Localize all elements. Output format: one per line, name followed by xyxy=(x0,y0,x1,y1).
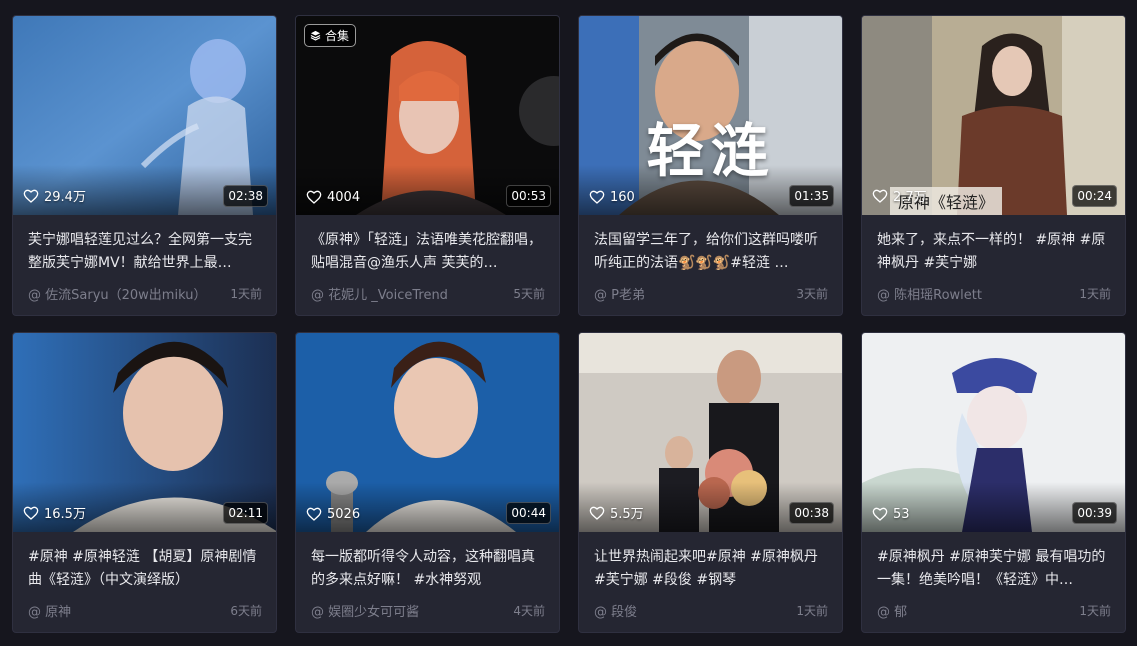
video-thumbnail[interactable]: 5026 00:44 xyxy=(296,333,559,532)
author-name[interactable]: @ 段俊 xyxy=(594,601,637,620)
video-title[interactable]: 她来了，来点不一样的！ #原神 #原神枫丹 #芙宁娜 xyxy=(877,229,1110,275)
video-thumbnail[interactable]: 5.5万 00:38 xyxy=(579,333,842,532)
heart-icon xyxy=(872,189,888,203)
video-thumbnail[interactable]: 53 00:39 xyxy=(862,333,1125,532)
video-title[interactable]: #原神 #原神轻涟 【胡夏】原神剧情曲《轻涟》（中文演绎版） xyxy=(28,546,261,592)
like-count-text: 53 xyxy=(893,506,910,522)
video-thumbnail[interactable]: 轻涟 160 01:35 xyxy=(579,16,842,215)
video-duration: 02:38 xyxy=(223,185,268,207)
video-title[interactable]: 芙宁娜唱轻莲见过么？全网第一支完整版芙宁娜MV！献给世界上最… xyxy=(28,229,261,275)
like-count-text: 5.5万 xyxy=(610,507,644,522)
video-title[interactable]: #原神枫丹 #原神芙宁娜 最有唱功的一集！绝美吟唱！《轻涟》中… xyxy=(877,546,1110,592)
like-count: 160 xyxy=(589,189,635,205)
author-name[interactable]: @ 佐流Saryu（20w出miku） xyxy=(28,284,206,303)
heart-icon xyxy=(589,506,605,520)
like-count: 29.4万 xyxy=(23,186,86,205)
video-duration: 00:38 xyxy=(789,502,834,524)
post-time: 5天前 xyxy=(513,287,545,301)
video-card[interactable]: 5.5万 00:38 让世界热闹起来吧#原神 #原神枫丹 #芙宁娜 #段俊 #钢… xyxy=(578,332,843,633)
video-title[interactable]: 《原神》「轻涟」法语唯美花腔翻唱，贴唱混音@渔乐人声 芙芙的… xyxy=(311,229,544,275)
video-thumbnail[interactable]: 合集 4004 00:53 xyxy=(296,16,559,215)
author-name[interactable]: @ 郁 xyxy=(877,601,907,620)
collection-badge: 合集 xyxy=(304,24,357,47)
author-name[interactable]: @ 陈相瑶Rowlett xyxy=(877,284,982,303)
post-time: 6天前 xyxy=(230,604,262,618)
author-name[interactable]: @ 花妮儿 _VoiceTrend xyxy=(311,284,448,303)
post-time: 1天前 xyxy=(1079,604,1111,618)
post-time: 1天前 xyxy=(230,287,262,301)
like-count: 4004 xyxy=(306,189,360,205)
heart-icon xyxy=(23,506,39,520)
author-name[interactable]: @ 原神 xyxy=(28,601,71,620)
video-card[interactable]: 合集 4004 00:53 《原神》「轻涟」法语唯美花腔翻唱，贴唱混音@渔乐人声… xyxy=(295,15,560,316)
author-name[interactable]: @ 娱圈少女可可酱 xyxy=(311,601,419,620)
video-duration: 02:11 xyxy=(223,502,268,524)
video-duration: 00:24 xyxy=(1072,185,1117,207)
like-count-text: 29.4万 xyxy=(44,190,86,205)
post-time: 1天前 xyxy=(796,604,828,618)
video-duration: 01:35 xyxy=(789,185,834,207)
heart-icon xyxy=(589,190,605,204)
post-time: 4天前 xyxy=(513,604,545,618)
video-overlay-text: 轻涟 xyxy=(646,117,775,185)
like-count: 5026 xyxy=(306,506,360,522)
video-grid: 29.4万 02:38 芙宁娜唱轻莲见过么？全网第一支完整版芙宁娜MV！献给世界… xyxy=(12,15,1126,633)
heart-icon xyxy=(306,190,322,204)
video-duration: 00:53 xyxy=(506,185,551,207)
like-count-text: 160 xyxy=(610,189,635,205)
video-duration: 00:39 xyxy=(1072,502,1117,524)
video-card[interactable]: 原神《轻涟》 2.7万 00:24 她来了，来点不一样的！ #原神 #原神枫丹 … xyxy=(861,15,1126,316)
post-time: 1天前 xyxy=(1079,287,1111,301)
video-thumbnail[interactable]: 16.5万 02:11 xyxy=(13,333,276,532)
video-card[interactable]: 53 00:39 #原神枫丹 #原神芙宁娜 最有唱功的一集！绝美吟唱！《轻涟》中… xyxy=(861,332,1126,633)
video-thumbnail[interactable]: 原神《轻涟》 2.7万 00:24 xyxy=(862,16,1125,215)
layers-icon xyxy=(310,30,321,41)
heart-icon xyxy=(23,189,39,203)
like-count-text: 5026 xyxy=(327,506,361,522)
author-name[interactable]: @ P老弟 xyxy=(594,284,645,303)
video-title[interactable]: 法国留学三年了，给你们这群吗喽听听纯正的法语🐒🐒🐒#轻涟 … xyxy=(594,229,827,275)
collection-badge-label: 合集 xyxy=(325,29,350,43)
video-title[interactable]: 每一版都听得令人动容，这种翻唱真的多来点好嘛！ #水神努观 xyxy=(311,546,544,592)
video-card[interactable]: 16.5万 02:11 #原神 #原神轻涟 【胡夏】原神剧情曲《轻涟》（中文演绎… xyxy=(12,332,277,633)
video-card[interactable]: 5026 00:44 每一版都听得令人动容，这种翻唱真的多来点好嘛！ #水神努观… xyxy=(295,332,560,633)
video-duration: 00:44 xyxy=(506,502,551,524)
like-count-text: 2.7万 xyxy=(893,190,927,205)
like-count: 53 xyxy=(872,506,910,522)
video-card[interactable]: 29.4万 02:38 芙宁娜唱轻莲见过么？全网第一支完整版芙宁娜MV！献给世界… xyxy=(12,15,277,316)
video-thumbnail[interactable]: 29.4万 02:38 xyxy=(13,16,276,215)
heart-icon xyxy=(872,507,888,521)
like-count-text: 4004 xyxy=(327,189,361,205)
like-count-text: 16.5万 xyxy=(44,507,86,522)
post-time: 3天前 xyxy=(796,287,828,301)
heart-icon xyxy=(306,507,322,521)
like-count: 2.7万 xyxy=(872,186,927,205)
like-count: 16.5万 xyxy=(23,503,86,522)
like-count: 5.5万 xyxy=(589,503,644,522)
video-title[interactable]: 让世界热闹起来吧#原神 #原神枫丹 #芙宁娜 #段俊 #钢琴 xyxy=(594,546,827,592)
video-card[interactable]: 轻涟 160 01:35 法国留学三年了，给你们这群吗喽听听纯正的法语🐒🐒🐒#轻… xyxy=(578,15,843,316)
